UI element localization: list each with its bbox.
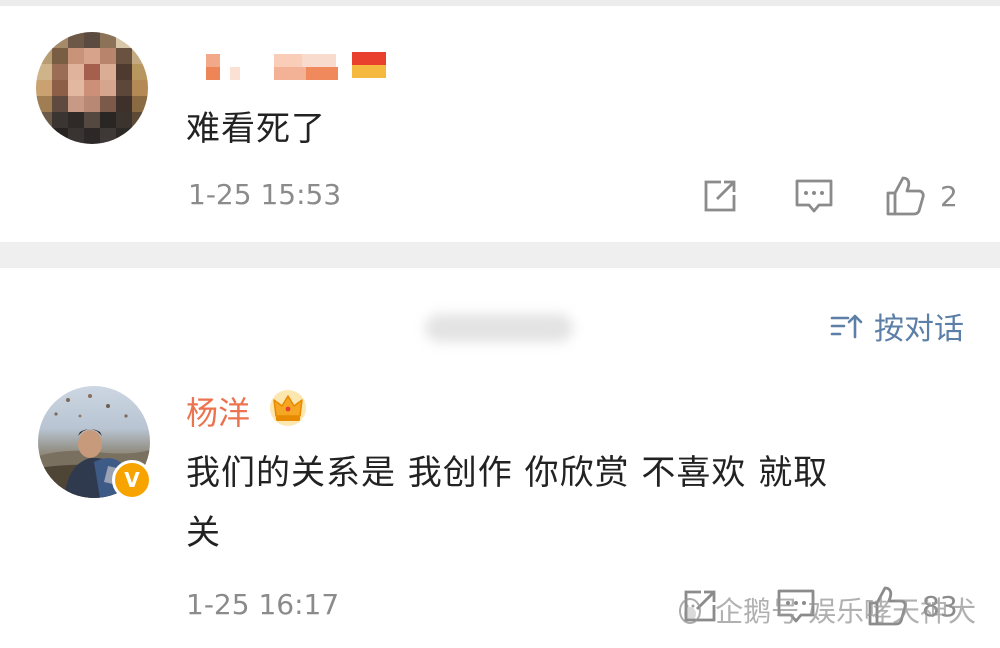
comment-text-line-2: 关 <box>186 513 221 553</box>
username-blurred[interactable] <box>190 48 390 84</box>
like-icon <box>886 176 925 216</box>
avatar[interactable] <box>36 32 148 144</box>
verified-icon: V <box>112 460 152 500</box>
comment-item: 难看死了 1-25 15:53 2 <box>0 6 1000 242</box>
section-divider <box>0 242 1000 268</box>
comment-text: 难看死了 <box>186 109 326 149</box>
timestamp: 1-25 15:53 <box>188 178 342 211</box>
repost-button[interactable] <box>700 176 740 216</box>
crown-icon <box>270 390 306 426</box>
like-count: 2 <box>940 179 958 213</box>
penguin-icon <box>679 598 702 624</box>
repost-icon <box>704 180 736 212</box>
sort-icon <box>830 314 863 339</box>
like-button[interactable]: 2 <box>884 174 958 218</box>
timestamp: 1-25 16:17 <box>186 588 340 621</box>
watermark-text: 企鹅号 娱乐哮天神犬 <box>715 595 976 628</box>
comment-button[interactable] <box>793 176 835 216</box>
sort-button[interactable]: 按对话 <box>830 304 964 348</box>
comment-icon <box>795 179 833 213</box>
blurred-label <box>425 314 573 342</box>
comment-text-line-1: 我们的关系是 我创作 你欣赏 不喜欢 就取 <box>186 453 829 493</box>
watermark: 企鹅号 娱乐哮天神犬 <box>675 590 976 630</box>
sort-label: 按对话 <box>874 312 964 347</box>
username[interactable]: 杨洋 <box>186 388 250 434</box>
